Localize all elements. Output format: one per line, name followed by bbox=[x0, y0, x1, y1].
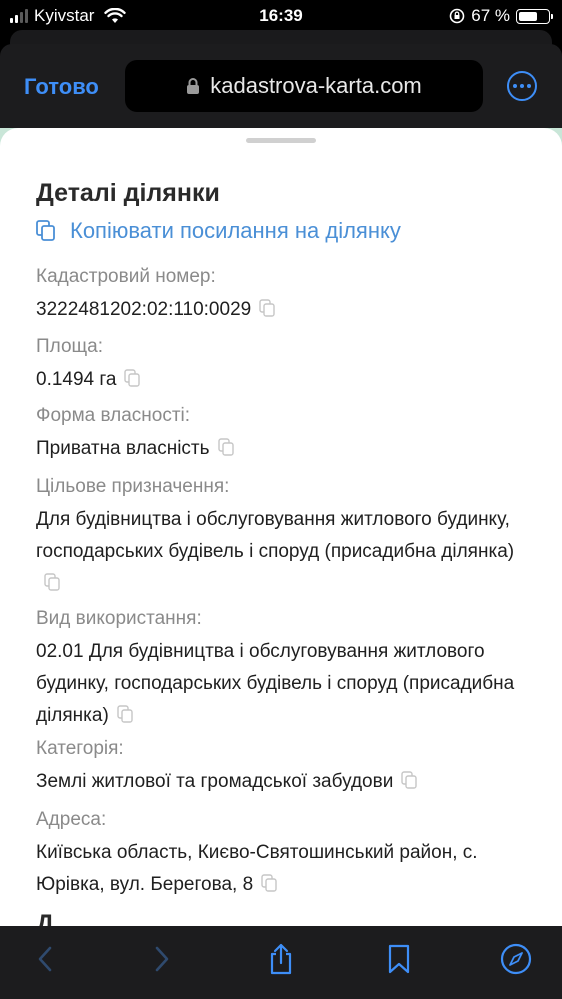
field-value-text: Київська область, Києво-Святошинський ра… bbox=[36, 842, 478, 895]
field-value-text: Для будівництва і обслуговування житлово… bbox=[36, 509, 515, 562]
field-label: Вид використання: bbox=[36, 608, 202, 629]
field-category: Категорія: Землі житлової та громадської… bbox=[36, 738, 516, 798]
bookmark-icon[interactable] bbox=[382, 942, 416, 976]
copy-icon[interactable] bbox=[401, 771, 418, 789]
status-bar: Kyivstar 16:39 67 % bbox=[0, 0, 562, 34]
back-icon[interactable] bbox=[28, 942, 62, 976]
browser-header: Готово kadastrova-karta.com bbox=[0, 44, 562, 130]
address-bar[interactable]: kadastrova-karta.com bbox=[125, 60, 483, 112]
copy-icon[interactable] bbox=[259, 299, 275, 317]
field-usage-type: Вид використання: 02.01 Для будівництва … bbox=[36, 608, 516, 732]
copy-icon[interactable] bbox=[117, 705, 133, 723]
field-value: 02.01 Для будівництва і обслуговування ж… bbox=[36, 636, 516, 732]
compass-icon[interactable] bbox=[499, 942, 533, 976]
field-value-text: 3222481202:02:110:0029 bbox=[36, 299, 252, 320]
field-area: Площа: 0.1494 га bbox=[36, 336, 516, 396]
copy-link-button[interactable]: Копіювати посилання на ділянку bbox=[36, 218, 401, 244]
done-button[interactable]: Готово bbox=[24, 74, 99, 100]
copy-icon bbox=[36, 220, 55, 241]
field-address: Адреса: Київська область, Києво-Святошин… bbox=[36, 809, 516, 901]
field-value-text: 02.01 Для будівництва і обслуговування ж… bbox=[36, 641, 515, 726]
field-value: Землі житлової та громадської забудови bbox=[36, 766, 516, 798]
forward-icon[interactable] bbox=[145, 942, 179, 976]
field-label: Цільове призначення: bbox=[36, 476, 230, 497]
battery-icon bbox=[516, 8, 553, 24]
field-label: Кадастровий номер: bbox=[36, 266, 216, 287]
bottom-toolbar bbox=[0, 926, 562, 999]
field-label: Форма власності: bbox=[36, 405, 191, 426]
copy-icon[interactable] bbox=[44, 573, 60, 591]
orientation-lock-icon bbox=[449, 8, 465, 24]
field-value: Для будівництва і обслуговування житлово… bbox=[36, 504, 516, 600]
field-label: Категорія: bbox=[36, 738, 124, 759]
field-value: Київська область, Києво-Святошинський ра… bbox=[36, 837, 516, 901]
parcel-details-card: Деталі ділянки Копіювати посилання на ді… bbox=[0, 128, 562, 928]
copy-icon[interactable] bbox=[217, 438, 234, 456]
field-value-text: 0.1494 га bbox=[36, 369, 117, 390]
card-title: Деталі ділянки bbox=[36, 179, 220, 207]
field-value: 3222481202:02:110:0029 bbox=[36, 294, 516, 326]
url-text: kadastrova-karta.com bbox=[210, 73, 422, 98]
copy-icon[interactable] bbox=[261, 874, 277, 892]
battery-percent: 67 % bbox=[471, 6, 510, 25]
field-ownership-form: Форма власності: Приватна власність bbox=[36, 405, 516, 465]
copy-icon[interactable] bbox=[124, 369, 141, 387]
more-icon[interactable] bbox=[507, 71, 537, 101]
sheet-grabber[interactable] bbox=[246, 138, 316, 143]
field-value: Приватна власність bbox=[36, 433, 516, 465]
field-purpose: Цільове призначення: Для будівництва і о… bbox=[36, 476, 516, 600]
field-value: 0.1494 га bbox=[36, 364, 516, 396]
field-cadastral-number: Кадастровий номер: 3222481202:02:110:002… bbox=[36, 266, 516, 326]
share-icon[interactable] bbox=[264, 942, 298, 976]
field-value-text: Землі житлової та громадської забудови bbox=[36, 771, 394, 792]
copy-link-label: Копіювати посилання на ділянку bbox=[70, 218, 401, 243]
status-bar-right: 67 % bbox=[449, 6, 553, 26]
lock-icon bbox=[187, 78, 200, 94]
field-label: Адреса: bbox=[36, 809, 107, 830]
field-value-text: Приватна власність bbox=[36, 438, 210, 459]
field-label: Площа: bbox=[36, 336, 104, 357]
